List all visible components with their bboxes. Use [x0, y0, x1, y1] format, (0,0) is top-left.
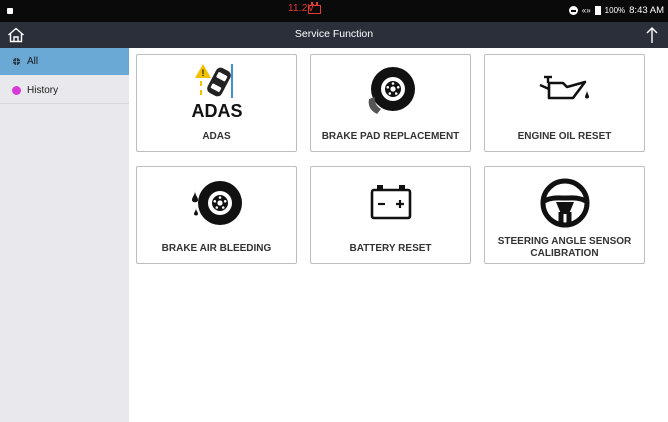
function-label: STEERING ANGLE SENSOR CALIBRATION — [497, 236, 632, 259]
function-label: BRAKE AIR BLEEDING — [161, 243, 272, 254]
steering-wheel-icon — [485, 173, 644, 233]
function-card-battery-reset[interactable]: BATTERY RESET — [310, 166, 471, 264]
function-card-adas[interactable]: ! ADAS ADAS — [136, 54, 297, 152]
upload-button[interactable] — [640, 24, 664, 46]
oil-can-icon — [485, 61, 644, 121]
sidebar-item-all[interactable]: All — [0, 48, 129, 75]
page-title: Service Function — [294, 28, 374, 40]
do-not-disturb-icon — [568, 6, 578, 15]
battery-icon — [311, 173, 470, 233]
svg-text:ADAS: ADAS — [191, 101, 242, 120]
function-card-brake-air-bleeding[interactable]: BRAKE AIR BLEEDING — [136, 166, 297, 264]
sidebar-item-label: All — [27, 56, 39, 67]
function-label: BATTERY RESET — [349, 243, 432, 254]
sidebar: All History — [0, 48, 129, 422]
car-battery-icon — [308, 2, 321, 14]
brake-disc-icon — [311, 61, 470, 121]
status-bar: 11.2V «» 100% 8:43 AM — [0, 0, 668, 22]
function-card-engine-oil-reset[interactable]: ENGINE OIL RESET — [484, 54, 645, 152]
globe-icon — [12, 57, 21, 66]
history-icon — [12, 85, 21, 95]
sidebar-item-history[interactable]: History — [0, 77, 129, 104]
function-label: ADAS — [202, 131, 231, 142]
system-status: «» 100% 8:43 AM — [568, 5, 664, 16]
notification-icon — [7, 8, 13, 14]
function-card-brake-pad-replacement[interactable]: BRAKE PAD REPLACEMENT — [310, 54, 471, 152]
sidebar-item-label: History — [27, 84, 59, 96]
function-label: BRAKE PAD REPLACEMENT — [321, 131, 460, 142]
adas-icon: ! ADAS — [137, 61, 296, 121]
brake-bleed-icon — [137, 173, 296, 233]
device-battery-icon — [594, 6, 601, 15]
device-battery-level: 100% — [604, 6, 626, 15]
function-grid: ! ADAS ADAS BRAKE PAD REPLACEMENT ENGINE… — [129, 48, 668, 422]
clock: 8:43 AM — [629, 5, 664, 16]
connection-icon: «» — [581, 6, 591, 15]
function-label: ENGINE OIL RESET — [517, 131, 612, 142]
upload-icon — [646, 27, 658, 43]
title-bar: Service Function — [0, 22, 668, 48]
function-card-steering-angle-sensor-calibration[interactable]: STEERING ANGLE SENSOR CALIBRATION — [484, 166, 645, 264]
svg-text:!: ! — [201, 68, 204, 78]
